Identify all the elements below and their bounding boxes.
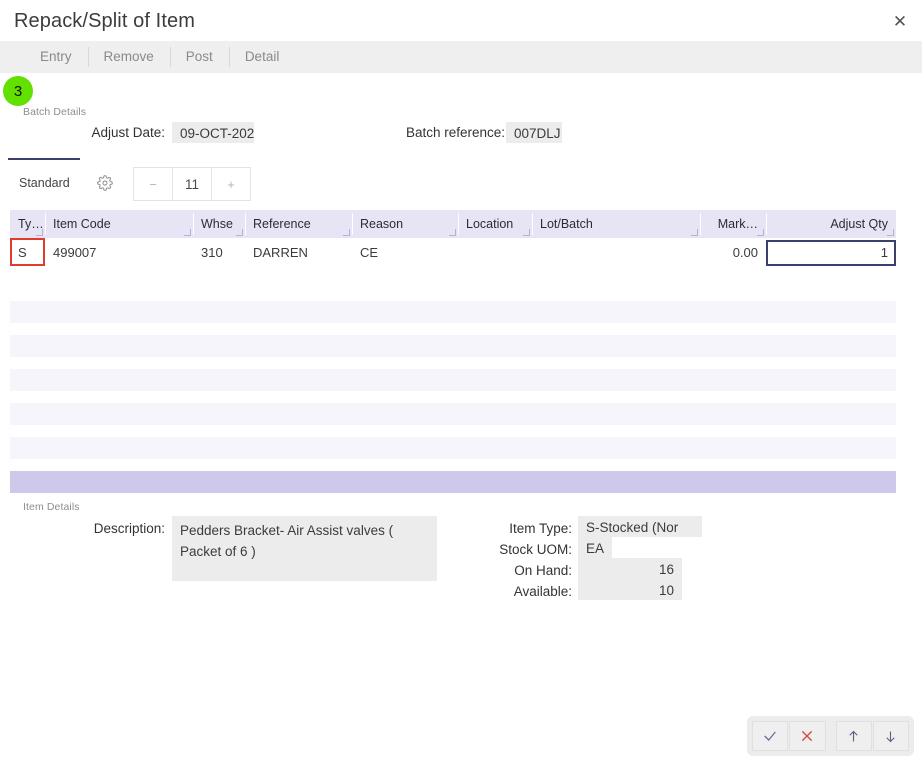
column-resize-handle[interactable]	[184, 229, 191, 236]
column-header-label: Lot/Batch	[540, 217, 593, 231]
gear-icon[interactable]	[97, 175, 113, 191]
batch-reference-label: Batch reference:	[405, 125, 505, 140]
column-header-label: Location	[466, 217, 514, 231]
item-type-label: Item Type:	[509, 521, 572, 536]
stepper-decrement-button[interactable]: −	[133, 167, 172, 201]
tab-standard[interactable]: Standard	[19, 176, 70, 190]
stepper-increment-button[interactable]: +	[211, 167, 251, 201]
on-hand-label: On Hand:	[514, 563, 572, 578]
menu-item-post[interactable]: Post	[169, 45, 229, 69]
cell-adjust_qty[interactable]	[766, 238, 896, 266]
description-label: Description:	[93, 521, 165, 536]
grid-footer-row[interactable]	[10, 471, 896, 493]
column-header-label: Reason	[360, 217, 404, 231]
column-header-reference[interactable]: Reference	[245, 210, 352, 238]
column-header-item_code[interactable]: Item Code	[45, 210, 193, 238]
page-size-stepper: − 11 +	[133, 167, 251, 201]
column-resize-handle[interactable]	[36, 229, 43, 236]
cell-lot_batch[interactable]	[532, 238, 700, 266]
batch-details-caption: Batch Details	[23, 106, 87, 118]
on-hand-field: 16	[578, 558, 682, 579]
empty-grid-row[interactable]	[10, 403, 896, 425]
adjust-qty-input[interactable]	[766, 239, 896, 266]
confirm-button[interactable]	[752, 721, 789, 751]
item-details-caption: Item Details	[23, 501, 80, 513]
action-toolbar	[747, 716, 914, 756]
column-header-label: Adjust Qty	[830, 217, 888, 231]
cell-location[interactable]	[458, 238, 532, 266]
column-resize-handle[interactable]	[449, 229, 456, 236]
column-resize-handle[interactable]	[236, 229, 243, 236]
column-header-reason[interactable]: Reason	[352, 210, 458, 238]
cell-reason[interactable]: CE	[352, 238, 458, 266]
table-row[interactable]: S 499007 310 DARREN CE 0.00	[10, 238, 896, 266]
stepper-value[interactable]: 11	[172, 167, 211, 201]
column-header-label: Item Code	[53, 217, 111, 231]
window-titlebar: Repack/Split of Item ✕	[0, 0, 922, 41]
cell-whse[interactable]: 310	[193, 238, 245, 266]
adjustment-grid: Ty… Item Code Whse Reference Reason Location L…	[10, 210, 896, 266]
empty-grid-row[interactable]	[10, 335, 896, 357]
stock-uom-field[interactable]: EA	[578, 537, 612, 558]
column-resize-handle[interactable]	[887, 229, 894, 236]
menu-item-detail[interactable]: Detail	[228, 45, 296, 69]
column-header-lot_batch[interactable]: Lot/Batch	[532, 210, 700, 238]
page-title: Repack/Split of Item	[14, 10, 195, 32]
batch-reference-field[interactable]: 007DLJ	[506, 122, 562, 143]
column-header-label: Mark…	[717, 217, 758, 231]
column-resize-handle[interactable]	[757, 229, 764, 236]
move-up-button[interactable]	[835, 721, 872, 751]
column-header-markup[interactable]: Mark…	[700, 210, 766, 238]
cell-markup[interactable]: 0.00	[700, 238, 766, 266]
cancel-button[interactable]	[789, 721, 826, 751]
cell-reference[interactable]: DARREN	[245, 238, 352, 266]
step-badge: 3	[3, 76, 33, 106]
available-field: 10	[578, 579, 682, 600]
column-header-adjust_qty[interactable]: Adjust Qty	[766, 210, 896, 238]
column-resize-handle[interactable]	[523, 229, 530, 236]
item-type-field[interactable]: S-Stocked (Nor	[578, 516, 702, 537]
menu-item-remove[interactable]: Remove	[87, 45, 170, 69]
menu-bar: Entry Remove Post Detail	[0, 41, 922, 73]
empty-grid-row[interactable]	[10, 437, 896, 459]
stock-uom-label: Stock UOM:	[499, 542, 572, 557]
column-header-location[interactable]: Location	[458, 210, 532, 238]
grid-header-row: Ty… Item Code Whse Reference Reason Location L…	[10, 210, 896, 238]
column-resize-handle[interactable]	[691, 229, 698, 236]
move-down-button[interactable]	[872, 721, 909, 751]
description-field[interactable]: Pedders Bracket- Air Assist valves ( Pac…	[172, 516, 437, 581]
close-icon[interactable]: ✕	[886, 7, 914, 35]
column-resize-handle[interactable]	[343, 229, 350, 236]
menu-item-entry[interactable]: Entry	[24, 45, 88, 69]
cell-item_code[interactable]: 499007	[45, 238, 193, 266]
empty-grid-row[interactable]	[10, 369, 896, 391]
cell-type[interactable]: S	[10, 238, 45, 266]
adjust-date-field[interactable]: 09-OCT-2023	[172, 122, 254, 143]
column-header-whse[interactable]: Whse	[193, 210, 245, 238]
column-header-type[interactable]: Ty…	[10, 210, 45, 238]
available-label: Available:	[513, 584, 572, 599]
adjust-date-label: Adjust Date:	[91, 125, 165, 140]
view-tab-indicator	[8, 158, 80, 160]
column-header-label: Reference	[253, 217, 311, 231]
column-header-label: Whse	[201, 217, 233, 231]
empty-grid-row[interactable]	[10, 301, 896, 323]
